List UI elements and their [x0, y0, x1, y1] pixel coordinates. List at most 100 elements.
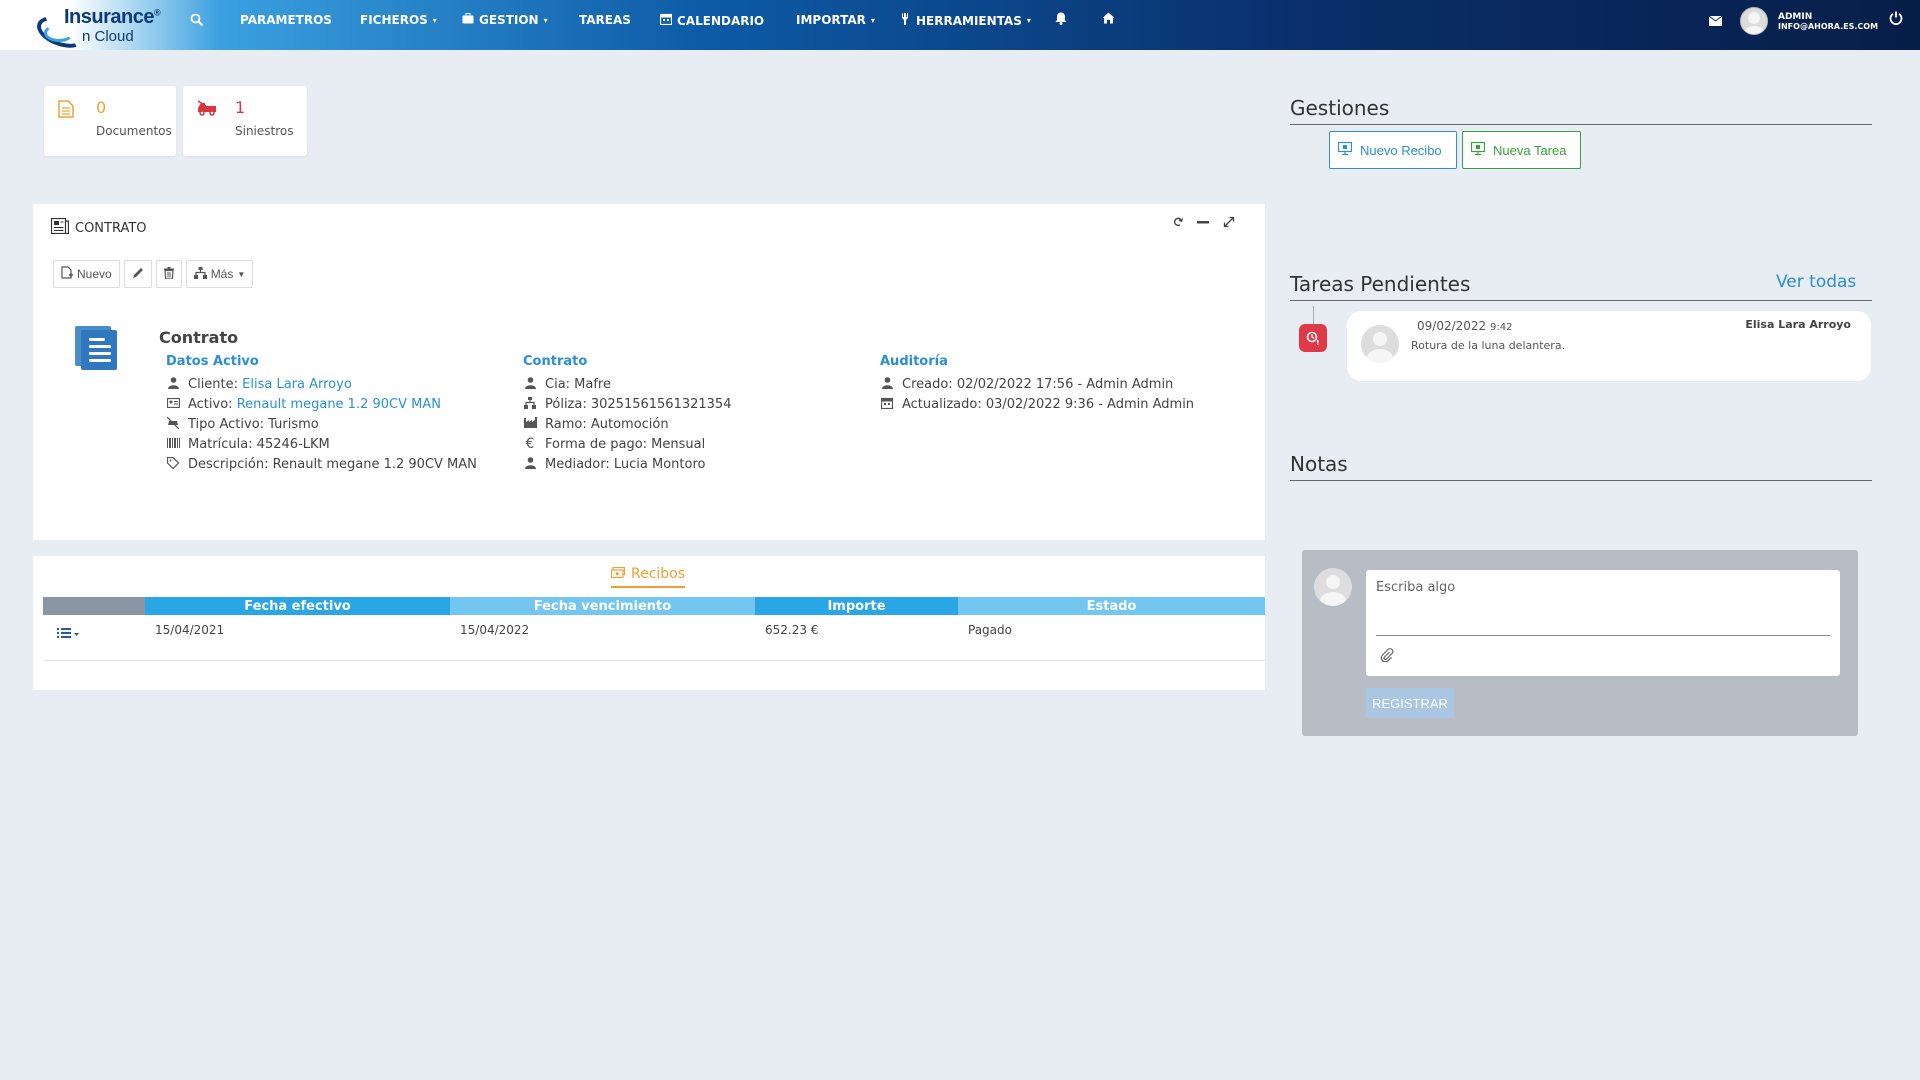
creado-text: Creado: 02/02/2022 17:56 - Admin Admin [902, 376, 1174, 392]
panel-tools [1173, 216, 1235, 231]
user-avatar [1740, 7, 1768, 35]
task-time: 9:42 [1490, 322, 1513, 333]
stat-label: Documentos [96, 124, 172, 138]
row-actions-menu[interactable] [43, 615, 145, 660]
envelope-icon[interactable] [1708, 14, 1723, 30]
refresh-icon[interactable] [1173, 216, 1184, 231]
panel-header: CONTRATO [50, 217, 147, 238]
money-icon [610, 566, 626, 582]
user-email: INFO@AHORA.ES.COM [1778, 21, 1879, 31]
search-icon[interactable] [190, 13, 204, 31]
nav-calendario-label: CALENDARIO [677, 13, 765, 28]
cliente-link[interactable]: Elisa Lara Arroyo [242, 377, 352, 392]
industry-icon [523, 417, 537, 431]
newspaper-icon [50, 217, 70, 238]
ver-todas-link[interactable]: Ver todas [1776, 272, 1856, 292]
tareas-title: Tareas Pendientes [1290, 272, 1471, 296]
contrato-toolbar: Nuevo Más ▼ [53, 260, 254, 288]
tipo-activo-text: Tipo Activo: Turismo [188, 416, 319, 432]
user-name: ADMIN [1778, 11, 1813, 22]
bell-icon[interactable] [1055, 12, 1067, 29]
task-user: Elisa Lara Arroyo [1745, 318, 1851, 331]
table-header: Fecha efectivo Fecha vencimiento Importe… [43, 597, 1265, 615]
euro-icon: € [525, 436, 535, 452]
matricula-row: Matrícula: 45246-LKM [166, 434, 477, 454]
activo-label: Activo: [188, 396, 233, 412]
mediador-text: Mediador: Lucia Montoro [545, 456, 706, 472]
stat-card-documentos[interactable]: 0 Documentos [44, 86, 176, 156]
logo-text-line2: n Cloud [82, 28, 134, 45]
forma-pago-row: € Forma de pago: Mensual [523, 434, 731, 454]
registrar-button[interactable]: REGISTRAR [1366, 688, 1454, 718]
tab-recibos[interactable]: Recibos [610, 566, 686, 588]
stat-label: Siniestros [235, 124, 294, 138]
nav-importar-label: IMPORTAR [796, 13, 866, 27]
actualizado-text: Actualizado: 03/02/2022 9:36 - Admin Adm… [902, 396, 1195, 412]
nuevo-label: Nuevo [77, 267, 112, 281]
nuevo-button[interactable]: Nuevo [53, 260, 120, 288]
nav-parametros[interactable]: PARAMETROS [240, 13, 332, 27]
expand-icon[interactable] [1223, 216, 1235, 231]
matricula-text: Matrícula: 45246-LKM [188, 436, 330, 452]
nav-parametros-label: PARAMETROS [240, 13, 332, 27]
caret-down-icon: ▼ [237, 269, 246, 279]
datos-activo-heading: Datos Activo [166, 354, 259, 369]
task-item[interactable]: 09/02/2022 9:42 Elisa Lara Arroyo Rotura… [1347, 311, 1871, 381]
logo-text-line1: Insurance® [64, 6, 161, 28]
nuevo-recibo-button[interactable]: Nuevo Recibo [1329, 131, 1457, 169]
timeline-line [1313, 306, 1314, 324]
top-navbar: Insurance® n Cloud PARAMETROS FICHEROS ▾… [0, 0, 1920, 54]
note-input[interactable]: Escriba algo [1366, 570, 1840, 676]
tareas-divider [1290, 300, 1872, 301]
descripcion-row: Descripción: Renault megane 1.2 90CV MAN [166, 454, 477, 474]
user-icon [523, 456, 537, 472]
activo-row: Activo: Renault megane 1.2 90CV MAN [166, 394, 477, 414]
user-icon [166, 376, 180, 392]
sitemap-icon [193, 266, 207, 282]
paperclip-icon[interactable] [1380, 648, 1394, 666]
notas-title: Notas [1290, 452, 1348, 476]
nav-ficheros[interactable]: FICHEROS ▾ [360, 13, 437, 27]
trash-icon [163, 266, 174, 282]
edit-button[interactable] [123, 260, 152, 288]
nav-importar[interactable]: IMPORTAR ▾ [796, 13, 875, 27]
user-menu[interactable]: ADMIN INFO@AHORA.ES.COM [1740, 7, 1878, 35]
home-icon[interactable] [1102, 12, 1115, 28]
nueva-tarea-button[interactable]: Nueva Tarea [1462, 131, 1581, 169]
actualizado-row: Actualizado: 03/02/2022 9:36 - Admin Adm… [880, 394, 1194, 414]
recibos-table: Fecha efectivo Fecha vencimiento Importe… [43, 597, 1265, 661]
nav-calendario[interactable]: CALENDARIO [659, 13, 765, 28]
header-estado[interactable]: Estado [958, 597, 1265, 615]
auditoria-heading: Auditoría [880, 354, 948, 369]
avatar [1314, 568, 1352, 606]
nav-gestion-label: GESTION [479, 13, 539, 27]
mas-dropdown-button[interactable]: Más ▼ [185, 260, 254, 288]
chevron-down-icon: ▾ [870, 15, 875, 25]
user-tie-icon [523, 376, 537, 392]
header-actions [43, 597, 145, 615]
app-logo[interactable]: Insurance® n Cloud [32, 4, 161, 54]
header-fecha-efectivo[interactable]: Fecha efectivo [145, 597, 450, 615]
power-icon[interactable] [1889, 11, 1903, 29]
tow-truck-icon [197, 100, 217, 121]
minimize-icon[interactable] [1197, 216, 1209, 231]
descripcion-text: Descripción: Renault megane 1.2 90CV MAN [188, 456, 477, 472]
header-importe[interactable]: Importe [755, 597, 958, 615]
nav-herramientas[interactable]: HERRAMIENTAS ▾ [900, 13, 1031, 28]
pencil-icon [132, 267, 144, 282]
notes-composer: Escriba algo REGISTRAR [1302, 550, 1858, 736]
ramo-row: Ramo: Automoción [523, 414, 731, 434]
delete-button[interactable] [155, 260, 182, 288]
stat-card-siniestros[interactable]: 1 Siniestros [183, 86, 307, 156]
calendar-icon [880, 397, 894, 412]
header-fecha-vencimiento[interactable]: Fecha vencimiento [450, 597, 755, 615]
nav-gestion[interactable]: GESTION ▾ [462, 13, 548, 27]
user-icon [880, 376, 894, 392]
auditoria-column: Auditoría Creado: 02/02/2022 17:56 - Adm… [880, 354, 1194, 414]
contrato-panel: CONTRATO Nuevo Más ▼ Contrato Datos Acti… [33, 204, 1265, 540]
mediador-row: Mediador: Lucia Montoro [523, 454, 731, 474]
activo-link[interactable]: Renault megane 1.2 90CV MAN [237, 397, 441, 412]
nav-tareas[interactable]: TAREAS [579, 13, 631, 27]
nav-herramientas-label: HERRAMIENTAS [916, 13, 1022, 28]
clock-alert-icon [1299, 324, 1327, 352]
